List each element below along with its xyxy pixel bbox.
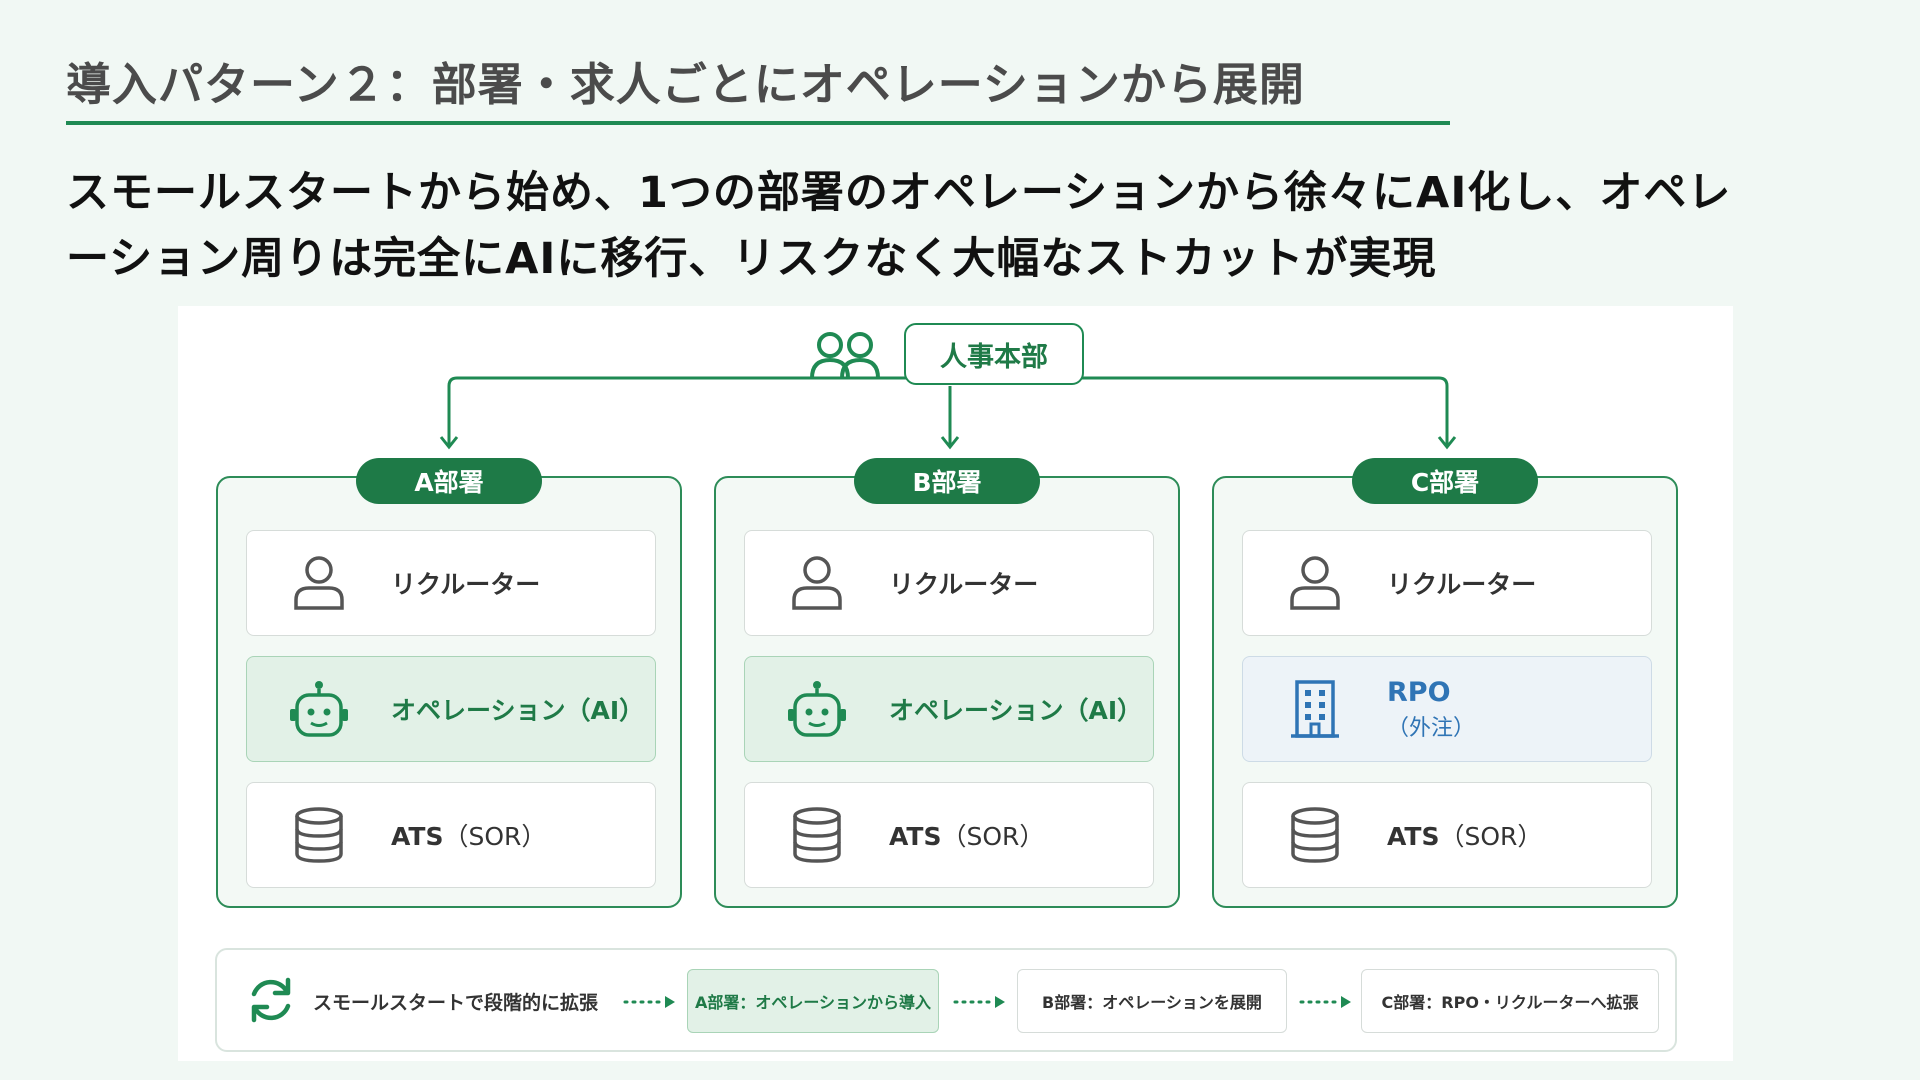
ats-row: ATS（SOR）	[1242, 782, 1652, 888]
ats-label: ATS	[391, 822, 444, 851]
database-icon	[1243, 806, 1387, 864]
operation-ai-label: オペレーション（AI）	[391, 696, 645, 725]
rollout-step-a: A部署：オペレーションから導入	[687, 969, 939, 1033]
ats-label: ATS	[889, 822, 942, 851]
rollout-step-c: C部署：RPO・リクルーターへ拡張	[1361, 969, 1659, 1033]
ats-row: ATS（SOR）	[246, 782, 656, 888]
recruiter-label: リクルーター	[1387, 570, 1537, 599]
department-c-label: C部署	[1352, 458, 1538, 504]
rollout-step-b: B部署：オペレーションを展開	[1017, 969, 1287, 1033]
operation-ai-row: オペレーション（AI）	[744, 656, 1154, 762]
building-icon	[1243, 678, 1387, 740]
robot-icon	[247, 679, 391, 739]
rpo-outsourced-label: （外注）	[1387, 715, 1476, 741]
rollout-label: スモールスタートで段階的に拡張	[313, 992, 599, 1014]
person-icon	[1243, 554, 1387, 612]
robot-icon	[745, 679, 889, 739]
refresh-icon	[245, 974, 297, 1030]
diagram-canvas: 人事本部 A部署 リクルーター オペレーション（AI） ATS（SOR） B部署	[178, 306, 1733, 1061]
dotted-arrow-icon	[953, 996, 1005, 1008]
recruiter-row: リクルーター	[1242, 530, 1652, 636]
people-icon	[808, 328, 884, 386]
recruiter-label: リクルーター	[889, 570, 1039, 599]
sor-label: （SOR）	[443, 822, 547, 851]
rpo-row: RPO （外注）	[1242, 656, 1652, 762]
ats-label: ATS	[1387, 822, 1440, 851]
recruiter-row: リクルーター	[744, 530, 1154, 636]
recruiter-row: リクルーター	[246, 530, 656, 636]
department-a: A部署 リクルーター オペレーション（AI） ATS（SOR）	[216, 458, 682, 908]
database-icon	[247, 806, 391, 864]
department-b: B部署 リクルーター オペレーション（AI） ATS（SOR）	[714, 458, 1180, 908]
ats-row: ATS（SOR）	[744, 782, 1154, 888]
department-c: C部署 リクルーター RPO （外注） ATS（SOR）	[1212, 458, 1678, 908]
person-icon	[745, 554, 889, 612]
lead-text-line-2: ーション周りは完全にAIに移行、リスクなく大幅なストカットが実現	[66, 234, 1437, 284]
department-b-label: B部署	[854, 458, 1040, 504]
sor-label: （SOR）	[1439, 822, 1543, 851]
rollout-bar: スモールスタートで段階的に拡張 A部署：オペレーションから導入 B部署：オペレー…	[215, 948, 1677, 1052]
slide-title: 導入パターン２：部署・求人ごとにオペレーションから展開	[66, 58, 1305, 111]
sor-label: （SOR）	[941, 822, 1045, 851]
rpo-label: RPO	[1387, 676, 1451, 708]
operation-ai-label: オペレーション（AI）	[889, 696, 1143, 725]
title-underline	[66, 121, 1450, 125]
dotted-arrow-icon	[1299, 996, 1351, 1008]
operation-ai-row: オペレーション（AI）	[246, 656, 656, 762]
dotted-arrow-icon	[623, 996, 675, 1008]
department-a-label: A部署	[356, 458, 542, 504]
person-icon	[247, 554, 391, 612]
database-icon	[745, 806, 889, 864]
recruiter-label: リクルーター	[391, 570, 541, 599]
lead-text-line-1: スモールスタートから始め、1つの部署のオペレーションから徐々にAI化し、オペレ	[66, 168, 1732, 218]
hq-box: 人事本部	[904, 323, 1084, 385]
